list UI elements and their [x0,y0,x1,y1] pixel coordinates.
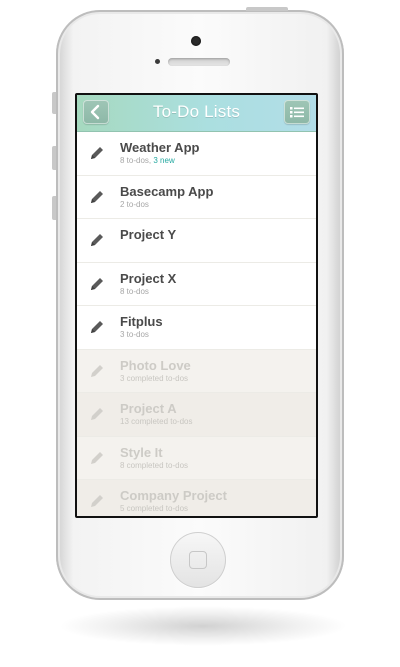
list-title: Project X [120,270,177,286]
list-item-completed[interactable]: Project A 13 completed to-dos [77,393,316,437]
home-square-icon [189,551,207,569]
pencil-icon[interactable] [88,231,106,249]
pencil-icon[interactable] [88,449,106,467]
earpiece-speaker [168,58,230,66]
list-menu-button[interactable] [284,100,310,124]
list-item[interactable]: Project Y [77,219,316,263]
sensor-icon [155,59,160,64]
list-subtitle: 8 to-dos, 3 new [120,156,175,165]
list-subtitle: 3 completed to-dos [120,373,189,383]
list-title: Photo Love [120,357,191,373]
pencil-icon[interactable] [88,362,106,380]
mute-switch [52,92,56,114]
list-item[interactable]: Fitplus 3 to-dos [77,306,316,350]
list-icon [290,107,304,118]
volume-down-button [52,196,56,220]
pencil-icon[interactable] [88,144,106,162]
list-item-completed[interactable]: Company Project 5 completed to-dos [77,480,316,516]
list-item-completed[interactable]: Style It 8 completed to-dos [77,436,316,480]
page-title: To-Do Lists [152,102,241,121]
home-button[interactable] [170,532,226,588]
list-item[interactable]: Weather App 8 to-dos, 3 new [77,132,316,176]
todo-list: Weather App 8 to-dos, 3 new Basecamp App… [77,132,316,516]
list-item[interactable]: Project X 8 to-dos [77,262,316,306]
list-title: Company Project [120,488,227,503]
list-subtitle: 3 to-dos [120,330,149,339]
pencil-icon[interactable] [88,492,106,510]
pencil-icon[interactable] [88,405,106,423]
pencil-icon[interactable] [88,318,106,336]
volume-up-button [52,146,56,170]
list-subtitle: 5 completed to-dos [120,504,189,513]
list-subtitle: 13 completed to-dos [120,417,193,426]
new-badge: 3 new [153,156,175,165]
screen: To-Do Lists Weather App 8 to-dos, 3 new [75,93,318,518]
phone-shadow [58,606,348,646]
list-item-completed[interactable]: Photo Love 3 completed to-dos [77,349,316,393]
list-subtitle: 8 completed to-dos [120,460,189,470]
list-title: Fitplus [120,314,163,329]
list-title: Basecamp App [120,183,214,199]
list-item[interactable]: Basecamp App 2 to-dos [77,175,316,219]
list-title: Project Y [120,227,177,242]
power-button [246,7,288,11]
list-subtitle: 2 to-dos [120,199,149,209]
list-title: Weather App [120,140,200,155]
camera-icon [191,36,201,46]
list-title: Style It [120,444,163,460]
pencil-icon[interactable] [88,275,106,293]
list-title: Project A [120,401,177,416]
list-subtitle: 8 to-dos [120,286,149,296]
nav-bar: To-Do Lists [77,95,316,132]
app-screen: To-Do Lists Weather App 8 to-dos, 3 new [77,95,316,516]
pencil-icon[interactable] [88,188,106,206]
